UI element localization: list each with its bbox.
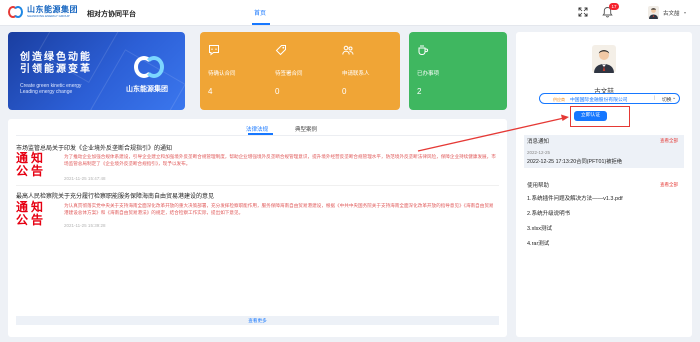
tab-cases[interactable]: 典型案例 <box>295 125 317 133</box>
slogan-banner: 创造绿色动能 引领能源变革 Create green kinetic energ… <box>8 32 185 110</box>
stat-label: 待确认合同 <box>208 71 236 77</box>
logo-en-text: SHANDONG ENERGY GROUP <box>27 14 70 18</box>
banner-slogan: 创造绿色动能 引领能源变革 <box>20 52 92 76</box>
stat-value: 4 <box>208 87 213 96</box>
stat-pending-sign[interactable]: 待签署合同 0 <box>267 32 333 110</box>
done-stats-card: 已办事项 2 <box>409 32 507 110</box>
top-bar: 山东能源集团 SHANDONG ENERGY GROUP 相对方协同平台 首页 … <box>0 0 700 26</box>
role-tag: 供应商 <box>553 96 565 102</box>
stat-pending-confirm[interactable]: 待确认合同 4 <box>200 32 266 110</box>
fullscreen-icon[interactable] <box>578 7 588 17</box>
help-item[interactable]: 1.系统插件问题及解决方法——v1.3.pdf <box>527 194 623 202</box>
nav-home[interactable]: 首页 <box>254 8 266 17</box>
tabs-divider <box>16 135 499 136</box>
profile-avatar <box>592 45 616 73</box>
message-item[interactable]: 2022-12-25 17:13:20合同(PFT01)被拒绝 <box>527 157 622 165</box>
banner-slogan-en-line2: Leading energy change <box>20 89 73 95</box>
notification-count-badge: 17 <box>609 3 619 10</box>
stat-contact-requests[interactable]: 申请联系人 0 <box>334 32 400 110</box>
stat-label: 已办事项 <box>417 71 440 77</box>
stat-done-items[interactable]: 已办事项 2 <box>409 32 475 110</box>
selector-separator: | <box>654 96 656 101</box>
nav-active-indicator <box>252 23 270 25</box>
banner-slogan-line1: 创造绿色动能 <box>20 52 92 63</box>
verify-now-button[interactable]: 立即认证 <box>574 111 607 121</box>
help-view-all-link[interactable]: 查看全部 <box>660 182 678 188</box>
messages-heading: 消息通知 <box>527 139 550 145</box>
profile-panel: 古文喆 供应商 中国国际金融股份有限公司 | 切换 ⌄ 立即认证 消息通知 查看… <box>516 32 692 337</box>
news-summary: 为了推动企业加强合规体系建设，引导企业建立和加强境外反垄断合规管理制度，帮助企业… <box>64 154 496 166</box>
help-item[interactable]: 4.rar测试 <box>527 239 549 247</box>
user-name[interactable]: 古文喆 <box>663 9 680 17</box>
help-heading: 使用帮助 <box>527 183 550 189</box>
platform-title: 相对方协同平台 <box>87 11 136 18</box>
stat-label: 待签署合同 <box>275 71 303 77</box>
stat-value: 2 <box>417 87 422 96</box>
message-date: 2022-12-25 <box>527 150 551 155</box>
news-summary: 为认真贯彻落实党中央关于支持海南全面深化改革开放的重大决策部署，充分发挥检察职能… <box>64 203 494 215</box>
user-menu-chevron-icon[interactable]: ▾ <box>684 10 686 15</box>
news-time: 2021-11-25 15:47:48 <box>64 176 106 181</box>
cup-icon <box>418 45 429 55</box>
stat-value: 0 <box>275 87 280 96</box>
company-logo[interactable]: 山东能源集团 SHANDONG ENERGY GROUP <box>8 5 78 19</box>
banner-logo-icon <box>132 54 168 80</box>
contract-stats-card: 待确认合同 4 待签署合同 0 申请联系人 0 <box>200 32 400 110</box>
tab-laws[interactable]: 法律法规 <box>246 125 268 133</box>
tag-icon <box>275 45 286 56</box>
switch-company-link[interactable]: 切换 <box>662 96 672 103</box>
news-panel: 法律法规 典型案例 市场监管总局关于印发《企业境外反垄断合规指引》的通知 通知公… <box>8 119 507 337</box>
news-time: 2021-11-25 15:39:28 <box>64 223 106 228</box>
stat-value: 0 <box>342 87 347 96</box>
company-name: 中国国际金融股份有限公司 <box>570 98 628 103</box>
chat-icon <box>209 45 219 56</box>
news-divider <box>16 185 499 186</box>
help-item[interactable]: 3.xlsx测试 <box>527 224 552 232</box>
banner-logo-text: 山东能源集团 <box>126 86 168 93</box>
messages-view-all-link[interactable]: 查看全部 <box>660 138 678 144</box>
stat-label: 申请联系人 <box>342 71 370 77</box>
notice-badge-icon: 通知公告 <box>16 200 47 227</box>
chevron-down-icon[interactable]: ⌄ <box>672 95 676 101</box>
view-more-button[interactable]: 查看更多 <box>16 316 499 325</box>
banner-slogan-line2: 引领能源变革 <box>20 64 92 75</box>
banner-slogan-en: Create green kinetic energy Leading ener… <box>20 83 81 95</box>
help-item[interactable]: 2.系统升级说明书 <box>527 209 570 217</box>
user-avatar[interactable] <box>648 6 659 19</box>
users-icon <box>342 45 354 55</box>
notice-badge-icon: 通知公告 <box>16 151 47 178</box>
news-title[interactable]: 最高人民检察院关于充分履行检察职能服务保障海南自由贸易港建设的意见 <box>16 191 214 200</box>
logo-mark-icon <box>8 5 24 19</box>
logo-cn-text: 山东能源集团 <box>27 5 78 14</box>
company-selector[interactable]: 供应商 中国国际金融股份有限公司 | 切换 ⌄ <box>539 93 680 104</box>
